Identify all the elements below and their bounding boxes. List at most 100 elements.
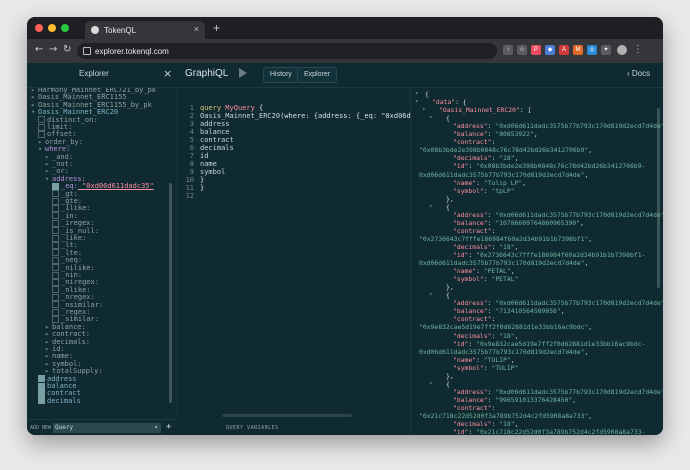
result-token: "713410564589856" bbox=[495, 307, 561, 316]
fold-arrow-icon[interactable]: ▾ bbox=[429, 203, 433, 210]
result-token: "PETAL" bbox=[483, 267, 511, 276]
result-token: "id" bbox=[453, 339, 469, 348]
close-tab-icon[interactable]: × bbox=[194, 24, 199, 34]
reload-icon[interactable]: ↻ bbox=[63, 44, 71, 55]
forward-icon[interactable]: → bbox=[49, 44, 57, 55]
result-token: "TULIP" bbox=[491, 363, 519, 372]
expanded-arrow-icon[interactable]: ▾ bbox=[45, 175, 52, 183]
docs-label: Docs bbox=[631, 69, 651, 78]
result-token: "996591013376428450" bbox=[495, 395, 573, 404]
result-token: }, bbox=[446, 194, 454, 203]
result-token: "decimals" bbox=[453, 154, 492, 163]
result-token: "name" bbox=[453, 178, 477, 187]
result-token: }, bbox=[446, 283, 454, 292]
result-token: , bbox=[522, 178, 527, 187]
operation-type-select[interactable]: Query ▾ bbox=[53, 423, 161, 433]
result-token: "balance" bbox=[453, 307, 488, 316]
tab-bar: TokenQL × + bbox=[27, 17, 663, 39]
fold-arrow-icon[interactable]: ▾ bbox=[415, 90, 419, 97]
result-token: , bbox=[510, 355, 515, 364]
result-token: }, bbox=[446, 371, 454, 380]
result-token: 0xd06d611dadc3575b77b793c170d819d2ecd7d4… bbox=[419, 347, 585, 356]
result-token: : bbox=[476, 355, 484, 364]
chevron-down-icon: ▾ bbox=[154, 424, 158, 431]
result-token: "decimals" bbox=[453, 242, 492, 251]
result-token: "TULIP" bbox=[483, 355, 511, 364]
result-line: "id": "0x21c718c22d52d0f3a789b752d4c2fd5… bbox=[453, 428, 645, 435]
result-line: "symbol": "tpLP" bbox=[453, 187, 515, 196]
result-token: , bbox=[514, 331, 519, 340]
new-tab-button[interactable]: + bbox=[213, 21, 220, 35]
history-button[interactable]: History bbox=[263, 67, 299, 83]
fold-arrow-icon[interactable]: ▾ bbox=[429, 380, 433, 387]
result-token: "contract" bbox=[453, 138, 492, 147]
extension-icon[interactable]: ◆ bbox=[545, 45, 555, 55]
browser-tab[interactable]: TokenQL × bbox=[85, 21, 205, 39]
operation-type-value: Query bbox=[55, 424, 74, 431]
favicon-icon bbox=[91, 26, 99, 34]
fold-arrow-icon[interactable]: ▾ bbox=[422, 106, 426, 113]
result-token: , bbox=[510, 267, 515, 276]
result-token: , bbox=[588, 234, 593, 243]
address-bar[interactable]: explorer.tokenql.com bbox=[77, 43, 497, 59]
result-token: 0xd06d611dadc3575b77b793c170d819d2ecd7d4… bbox=[419, 259, 585, 268]
extension-2-icon[interactable]: ◎ bbox=[587, 45, 597, 55]
add-operation-button[interactable]: + bbox=[166, 422, 171, 432]
menu-icon[interactable]: ⋮ bbox=[633, 45, 643, 55]
result-token: "id" bbox=[453, 162, 469, 171]
expanded-arrow-icon[interactable]: ▾ bbox=[31, 108, 38, 116]
result-token: "Oasis_Mainnet_ERC20" bbox=[439, 106, 520, 115]
adblock-icon[interactable]: A bbox=[559, 45, 569, 55]
result-token: "0x2736643c7fffe186984f60a2d34b91b1b7398… bbox=[419, 234, 589, 243]
metamask-icon[interactable]: M bbox=[573, 45, 583, 55]
fold-arrow-icon[interactable]: ▾ bbox=[415, 98, 419, 105]
result-token: { bbox=[446, 379, 450, 388]
browser-toolbar: ← → ↻ explorer.tokenql.com ↑ ☆ P ◆ A M ◎… bbox=[27, 39, 663, 63]
back-icon[interactable]: ← bbox=[35, 44, 43, 55]
explorer-tree-item[interactable]: decimals bbox=[38, 397, 81, 405]
result-token: "PETAL" bbox=[491, 275, 519, 284]
query-variables-toggle[interactable]: QUERY VARIABLES bbox=[226, 425, 279, 431]
checkbox-icon[interactable] bbox=[38, 397, 45, 405]
maximize-window-icon[interactable] bbox=[61, 24, 69, 32]
code-token: name bbox=[200, 160, 217, 168]
result-token: , bbox=[588, 412, 593, 420]
result-scrollbar[interactable] bbox=[657, 108, 660, 288]
fold-arrow-icon[interactable]: ▾ bbox=[429, 291, 433, 298]
result-token: { bbox=[446, 114, 450, 123]
result-token: , bbox=[514, 242, 519, 251]
run-query-icon[interactable] bbox=[239, 68, 247, 78]
result-token: 0xd06d611dadc3575b77b793c170d819d2ecd7d4… bbox=[419, 170, 585, 179]
explorer-footer: ADD NEW Query ▾ + bbox=[27, 419, 177, 435]
result-token: "18" bbox=[499, 420, 515, 429]
bookmark-icon[interactable]: ☆ bbox=[517, 45, 527, 55]
result-token: "Tulip LP" bbox=[483, 178, 523, 187]
explorer-button[interactable]: Explorer bbox=[297, 67, 338, 83]
result-line: { bbox=[425, 90, 429, 99]
result-token: , bbox=[514, 420, 519, 429]
share-icon[interactable]: ↑ bbox=[503, 45, 513, 55]
result-line: { bbox=[446, 291, 450, 300]
result-token: "0x2736643c7fffe186984f60a2d34b91b1b7398… bbox=[476, 251, 646, 259]
result-token: "0xd06d611dadc3575b77b793c170d819d2ecd7d… bbox=[495, 122, 663, 131]
puzzle-icon[interactable]: ✦ bbox=[601, 45, 611, 55]
graphiql-title: GraphiQL bbox=[185, 68, 229, 79]
result-token: "balance" bbox=[453, 395, 488, 404]
explorer-scrollbar[interactable] bbox=[169, 183, 172, 403]
close-explorer-icon[interactable]: × bbox=[163, 67, 172, 80]
query-editor[interactable]: QUERY VARIABLES 1 query MyQuery {2 Oasis_… bbox=[178, 88, 436, 435]
close-window-icon[interactable] bbox=[35, 24, 43, 32]
argument-value-input[interactable]: "0xd06d611dadc35" bbox=[78, 182, 154, 190]
pocket-icon[interactable]: P bbox=[531, 45, 541, 55]
query-editor-scrollbar[interactable] bbox=[222, 414, 352, 417]
result-token: "address" bbox=[453, 299, 488, 308]
minimize-window-icon[interactable] bbox=[48, 24, 56, 32]
result-token: : bbox=[491, 315, 496, 324]
fold-arrow-icon[interactable]: ▾ bbox=[429, 114, 433, 121]
result-token: , bbox=[580, 218, 584, 227]
result-token: , bbox=[584, 170, 589, 179]
result-token: "contract" bbox=[453, 226, 492, 235]
expanded-arrow-icon[interactable]: ▾ bbox=[38, 145, 45, 153]
docs-button[interactable]: ‹ Docs bbox=[627, 69, 650, 78]
avatar[interactable] bbox=[617, 45, 627, 55]
